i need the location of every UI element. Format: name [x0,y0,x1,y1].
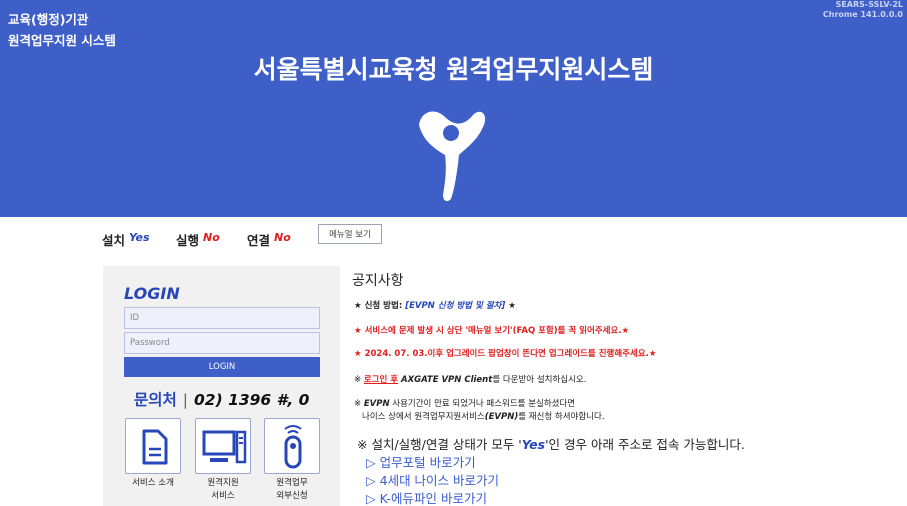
remote-device-icon [284,425,302,469]
notice-title: 공지사항 [352,273,404,289]
install-status-value: Yes [129,231,150,244]
contact-number: 02) 1396 #, 0 [194,391,310,409]
notice-upgrade-warning: ★ 2024. 07. 03.이후 업그레이드 팝업창이 뜬다면 업그레이드를 … [354,349,657,359]
notice-apply-method: ★ 신청 방법: [EVPN 신청 방법 및 절차] ★ [354,301,516,311]
header-banner: 교육(행정)기관 원격업무지원 시스템 SEARS-SSLV-2L Chrome… [0,0,907,217]
contact-separator: | [182,391,189,409]
monitor-icon [202,430,247,464]
login-button[interactable]: LOGIN [124,357,320,377]
connect-status-value: No [274,231,291,244]
seoul-education-logo-icon [419,111,486,202]
service-intro-label: 서비스 소개 [132,478,174,488]
contact-info: 문의처 | 02) 1396 #, 0 [134,388,309,410]
version-label: SEARS-SSLV-2L [835,0,903,9]
neis-4th-link[interactable]: ▷ 4세대 나이스 바로가기 [366,470,499,489]
notice-evpn-reapply: 나이스 상에서 원격업무지원서비스(EVPN)를 재신청 하셔야합니다. [362,412,605,422]
availability-note: ※ 설치/실행/연결 상태가 모두 'Yes'인 경우 아래 주소로 접속 가능… [357,437,745,452]
triangle-right-icon: ▷ [366,473,376,488]
login-title: LOGIN [124,284,180,303]
remote-support-tile[interactable] [195,418,251,474]
page-title: 서울특별시교육청 원격업무지원시스템 [253,55,654,84]
work-portal-link[interactable]: ▷ 업무포털 바로가기 [366,452,476,471]
remote-work-request-tile[interactable] [264,418,320,474]
password-input[interactable] [124,332,320,354]
install-status-label: 설치 [102,233,126,248]
triangle-right-icon: ▷ [366,455,376,470]
evpn-apply-link[interactable]: [EVPN 신청 방법 및 절차] [405,301,505,311]
service-intro-tile[interactable] [125,418,181,474]
status-bar: 설치 Yes 실행 No 연결 No [0,217,907,259]
org-name-line1: 교육(행정)기관 [8,12,89,27]
login-panel: LOGIN LOGIN 문의처 | 02) 1396 #, 0 서비스 소개 [103,266,340,506]
run-status-label: 실행 [176,233,200,248]
browser-version-label: Chrome 141.0.0.0 [822,10,903,19]
remote-work-request-label: 원격업무 외부신청 [276,478,308,501]
remote-support-label: 원격지원 서비스 [207,478,239,501]
k-edufine-link[interactable]: ▷ K-에듀파인 바로가기 [366,488,487,506]
org-name-line2: 원격업무지원 시스템 [8,33,116,48]
id-input[interactable] [124,307,320,329]
document-icon [142,429,168,465]
run-status-value: No [203,231,220,244]
manual-button[interactable]: 메뉴얼 보기 [318,224,382,244]
connect-status-label: 연결 [247,233,271,248]
notice-manual-warning: ★ 서비스에 문제 발생 시 상단 '매뉴얼 보기'(FAQ 포함)를 꼭 읽어… [354,326,630,336]
triangle-right-icon: ▷ [366,491,376,506]
notice-evpn-expired: ※ EVPN 사용기간이 만료 되었거나 패스워드를 분실하셨다면 [354,399,576,409]
notice-install-client: ※ 로그인 후 AXGATE VPN Client를 다운받아 설치하십시오. [354,375,587,385]
contact-label: 문의처 [134,391,177,409]
